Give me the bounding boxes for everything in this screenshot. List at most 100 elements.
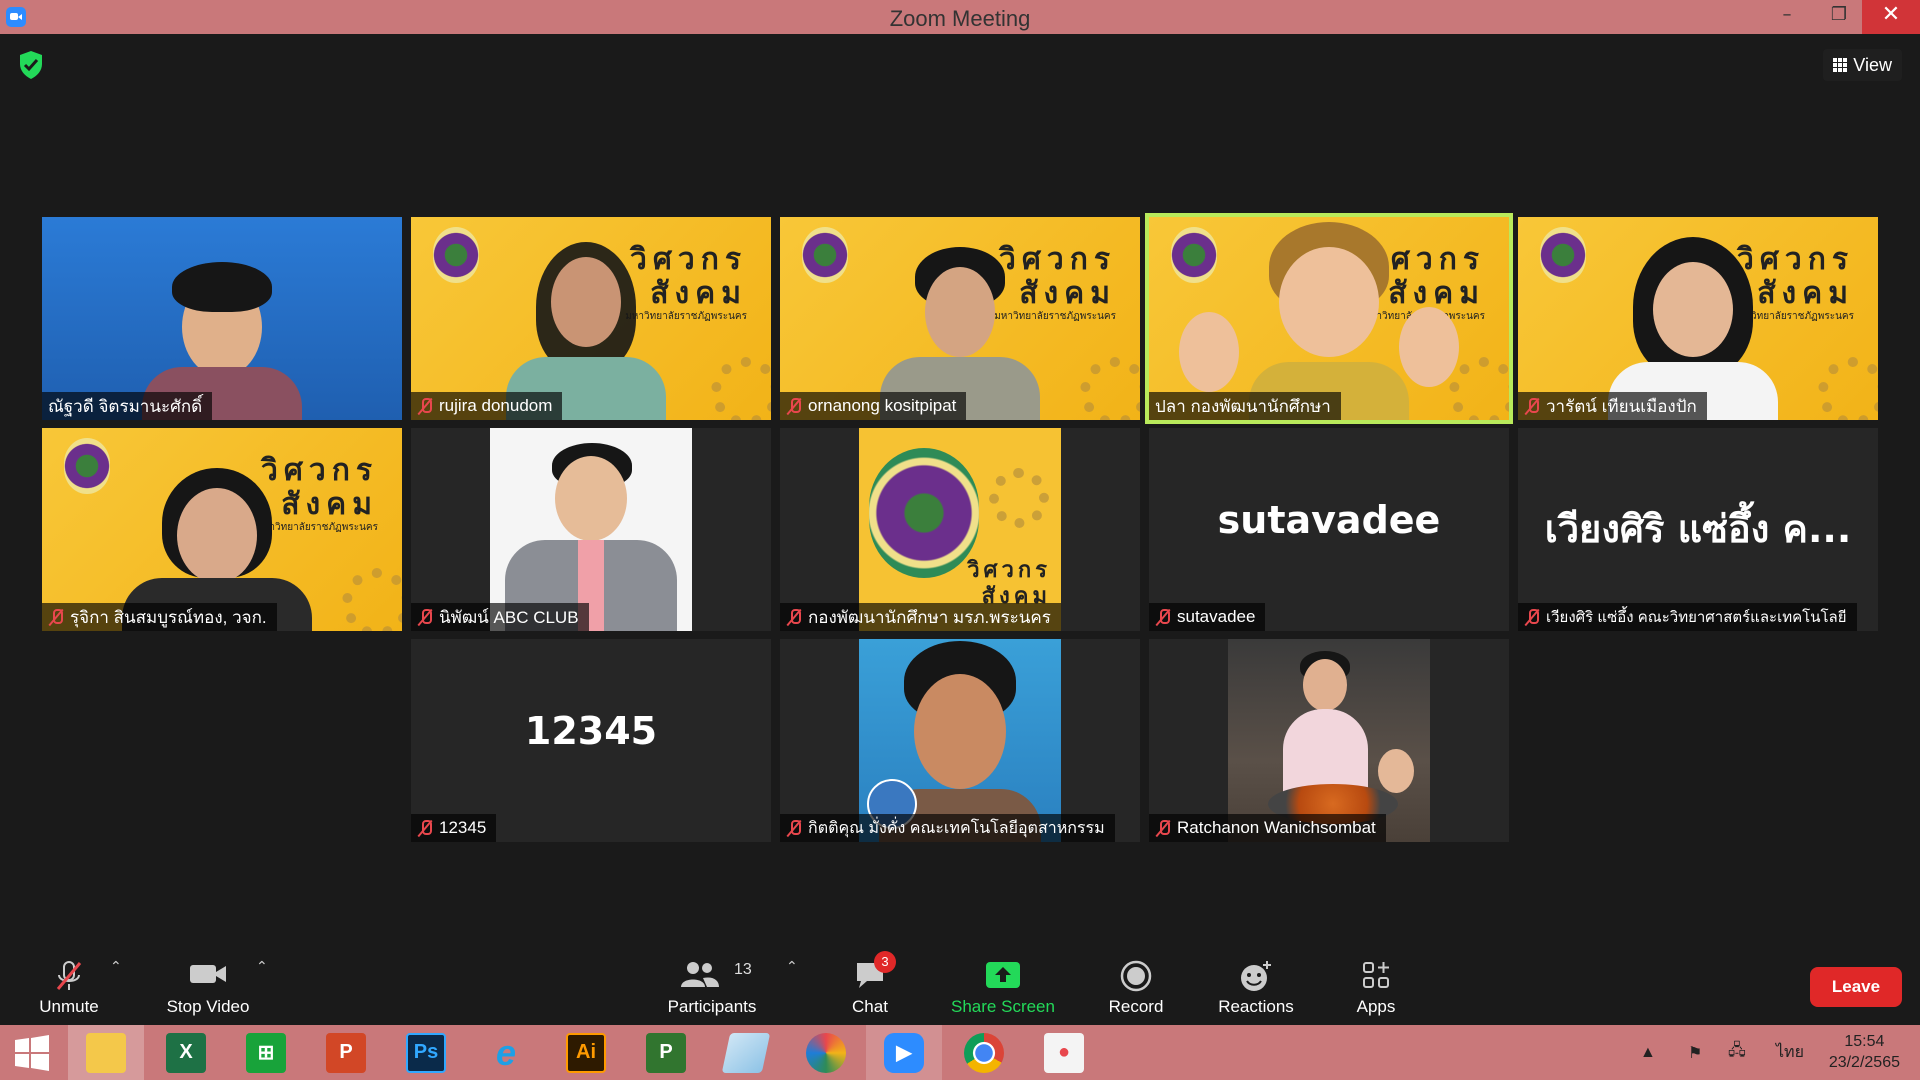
view-button[interactable]: View xyxy=(1823,49,1902,81)
meeting-toolbar: Unmute ⌃ Stop Video ⌃ 13 Participants ⌃ … xyxy=(0,951,1920,1025)
internet-explorer-icon: e xyxy=(495,1031,517,1073)
participant-name: Ratchanon Wanichsombat xyxy=(1177,818,1376,837)
participant-tile[interactable]: ณัฐวดี จิตรมานะศักดิ์ xyxy=(42,217,402,420)
muted-mic-icon xyxy=(1155,608,1171,626)
participant-tile[interactable]: วิศวกร สังคม กองพัฒนานักศึกษา มรภ.พระนคร xyxy=(780,428,1140,631)
network-icon[interactable]: 🖧 xyxy=(1728,1025,1746,1080)
participant-tile-active-speaker[interactable]: วิศวกรสังคมมหาวิทยาลัยราชภัฏพระนคร ปลา ก… xyxy=(1145,213,1513,424)
participant-name-tag: นิพัฒน์ ABC CLUB xyxy=(411,603,589,631)
taskbar-zoom[interactable]: ▶ xyxy=(866,1025,942,1080)
participants-options-chevron-icon[interactable]: ⌃ xyxy=(786,959,798,975)
taskbar-file-explorer[interactable] xyxy=(68,1025,144,1080)
muted-mic-icon xyxy=(1524,397,1540,415)
chat-unread-badge: 3 xyxy=(874,951,896,973)
record-button[interactable]: Record xyxy=(1096,951,1176,1025)
stop-video-button[interactable]: Stop Video xyxy=(158,951,258,1025)
participant-name: วารัตน์ เทียนเมืองปัก xyxy=(1546,396,1697,416)
input-language-indicator[interactable]: ไทย xyxy=(1776,1025,1804,1080)
participant-name: นิพัฒน์ ABC CLUB xyxy=(439,607,579,627)
participant-tile[interactable]: 12345 12345 xyxy=(411,639,771,842)
participant-tile[interactable]: วิศวกร สังคม มหาวิทยาลัยราชภัฏพระนคร ornan… xyxy=(780,217,1140,420)
taskbar-photoscape[interactable] xyxy=(788,1025,864,1080)
gear-decoration xyxy=(342,568,402,631)
taskbar-photoshop[interactable]: Ps xyxy=(388,1025,464,1080)
clock-date: 23/2/2565 xyxy=(1828,1054,1900,1071)
participant-name: ปลา กองพัฒนานักศึกษา xyxy=(1155,396,1331,416)
banner-line1: วิศวกร xyxy=(1736,242,1854,277)
taskbar-powerpoint[interactable]: P xyxy=(308,1025,384,1080)
person-face xyxy=(914,674,1006,789)
taskbar-excel[interactable]: X xyxy=(148,1025,224,1080)
person-hand xyxy=(1179,312,1239,392)
banner-line1: วิศวกร xyxy=(998,242,1116,277)
folder-icon xyxy=(86,1032,126,1073)
banner-line1: วิศวกร xyxy=(629,242,747,277)
participant-name: ณัฐวดี จิตรมานะศักดิ์ xyxy=(48,396,203,416)
participants-icon xyxy=(681,962,719,987)
taskbar-paint[interactable]: ● xyxy=(1026,1025,1102,1080)
record-label: Record xyxy=(1108,997,1164,1016)
participant-name-tag: Ratchanon Wanichsombat xyxy=(1149,814,1386,842)
participant-tile[interactable]: เวียงศิริ แซ่อึ้ง ค... เวียงศิริ แซ่อึ้ง… xyxy=(1518,428,1878,631)
reactions-button[interactable]: Reactions xyxy=(1210,951,1302,1025)
banner-line2: สังคม xyxy=(281,487,378,522)
participants-label: Participants xyxy=(667,997,757,1016)
apps-icon xyxy=(1363,962,1389,988)
share-screen-label: Share Screen xyxy=(951,997,1055,1016)
banner-line2: สังคม xyxy=(1757,276,1854,311)
unmute-button[interactable]: Unmute xyxy=(22,951,116,1025)
taskbar-notepad[interactable] xyxy=(708,1025,784,1080)
participant-tile[interactable]: วิศวกร สังคม มหาวิทยาลัยราชภัฏพระนคร วารัต… xyxy=(1518,217,1878,420)
participant-tile[interactable]: นิพัฒน์ ABC CLUB xyxy=(411,428,771,631)
banner-line2: สังคม xyxy=(650,276,747,311)
taskbar-chrome[interactable] xyxy=(946,1025,1022,1080)
chrome-icon xyxy=(964,1032,1004,1073)
banner-line2: สังคม xyxy=(1388,276,1485,311)
action-center-flag-icon[interactable]: ⚑ xyxy=(1688,1025,1702,1080)
close-button[interactable]: ✕ xyxy=(1862,0,1920,34)
participant-display-name: เวียงศิริ แซ่อึ้ง ค... xyxy=(1544,507,1852,551)
title-bar: Zoom Meeting – ❐ ✕ xyxy=(0,0,1920,34)
banner-brand: วิศวกรสังคมมหาวิทยาลัยราชภัฏพระนคร xyxy=(994,243,1116,323)
participant-tile[interactable]: กิตติคุณ มั่งคั่ง คณะเทคโนโลยีอุตสาหกรรม xyxy=(780,639,1140,842)
taskbar-store[interactable]: ⊞ xyxy=(228,1025,304,1080)
participant-tile[interactable]: วิศวกร สังคม มหาวิทยาลัยราชภัฏพระนคร รุจิก… xyxy=(42,428,402,631)
participant-name: กิตติคุณ มั่งคั่ง คณะเทคโนโลยีอุตสาหกรรม xyxy=(808,819,1105,837)
unmute-label: Unmute xyxy=(39,997,99,1016)
university-seal-icon xyxy=(1171,227,1217,283)
person-face xyxy=(925,267,995,357)
video-camera-icon xyxy=(190,965,226,983)
start-button[interactable] xyxy=(0,1025,64,1080)
taskbar-illustrator[interactable]: Ai xyxy=(548,1025,624,1080)
participant-name-tag: sutavadee xyxy=(1149,603,1266,631)
taskbar-internet-explorer[interactable]: e xyxy=(468,1025,544,1080)
encryption-shield-icon[interactable] xyxy=(18,50,44,80)
participant-name-tag: เวียงศิริ แซ่อึ้ง คณะวิทยาศาสตร์และเทคโน… xyxy=(1518,603,1857,631)
university-seal-icon xyxy=(869,448,979,578)
participant-tile[interactable]: sutavadee sutavadee xyxy=(1149,428,1509,631)
participant-name-tag: ณัฐวดี จิตรมานะศักดิ์ xyxy=(42,392,213,420)
participant-tile[interactable]: วิศวกร สังคม มหาวิทยาลัยราชภัฏพระนคร rujir… xyxy=(411,217,771,420)
muted-mic-icon xyxy=(786,819,802,837)
restore-button[interactable]: ❐ xyxy=(1816,0,1862,34)
windows-taskbar: X ⊞ P Ps e Ai P ▶ ● ▲ ⚑ 🖧 ไทย 15:54 23/2… xyxy=(0,1025,1920,1080)
participants-button[interactable]: 13 Participants xyxy=(660,951,764,1025)
gear-decoration xyxy=(1080,357,1140,420)
person-face xyxy=(1653,262,1733,357)
muted-mic-icon xyxy=(786,397,802,415)
leave-button[interactable]: Leave xyxy=(1810,967,1902,1007)
muted-microphone-icon xyxy=(56,961,82,990)
audio-options-chevron-icon[interactable]: ⌃ xyxy=(110,959,122,975)
participant-tile[interactable]: Ratchanon Wanichsombat xyxy=(1149,639,1509,842)
taskbar-clock[interactable]: 15:54 23/2/2565 xyxy=(1829,1031,1900,1073)
chat-button[interactable]: 3 Chat xyxy=(840,951,900,1025)
share-screen-button[interactable]: Share Screen xyxy=(944,951,1062,1025)
minimize-button[interactable]: – xyxy=(1764,0,1810,34)
banner-sub: มหาวิทยาลัยราชภัฏพระนคร xyxy=(994,311,1116,322)
taskbar-project[interactable]: P xyxy=(628,1025,704,1080)
show-hidden-icons-chevron-icon[interactable]: ▲ xyxy=(1640,1025,1656,1080)
apps-button[interactable]: Apps xyxy=(1340,951,1412,1025)
participant-name: ornanong kositpipat xyxy=(808,396,957,415)
participant-name: กองพัฒนานักศึกษา มรภ.พระนคร xyxy=(808,607,1051,627)
video-options-chevron-icon[interactable]: ⌃ xyxy=(256,959,268,975)
